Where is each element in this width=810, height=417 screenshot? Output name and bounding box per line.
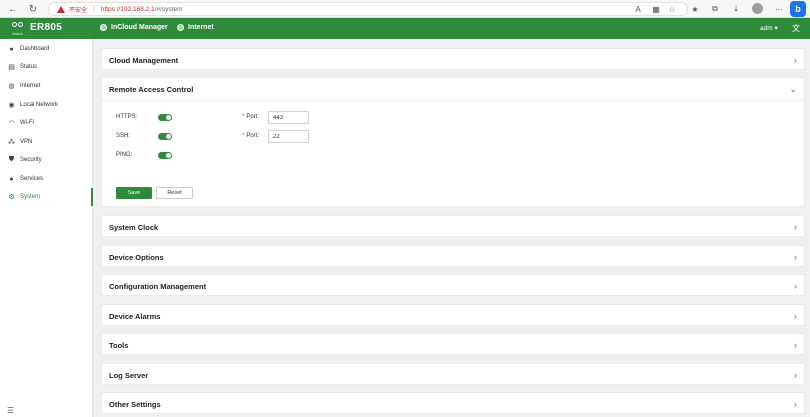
panel-title: Configuration Management	[109, 281, 207, 291]
read-aloud-icon[interactable]: A	[632, 3, 644, 15]
vpn-icon: ⁂	[8, 139, 15, 146]
panel-title: Device Options	[109, 252, 164, 262]
chevron-right-icon: ›	[794, 311, 797, 321]
wifi-icon: ◠	[8, 120, 15, 127]
nav-label: Internet	[188, 24, 214, 31]
more-icon[interactable]: ⋯	[773, 3, 785, 15]
panel-device-options[interactable]: Device Options ›	[101, 245, 805, 267]
sidebar-item-label: Services	[20, 176, 44, 182]
panel-title: Remote Access Control	[109, 84, 194, 94]
chevron-right-icon: ›	[794, 370, 797, 380]
panel-configuration-management[interactable]: Configuration Management ›	[101, 274, 805, 296]
https-label: HTTPS:	[116, 114, 138, 120]
sidebar-item-label: System	[20, 194, 41, 200]
sidebar-item-label: Security	[20, 157, 42, 163]
status-dot-icon	[177, 24, 184, 31]
panel-title: Tools	[109, 340, 129, 350]
shield-icon: ⛊	[8, 156, 15, 163]
gear-icon: ⚙	[8, 194, 15, 201]
status-dot-icon	[100, 24, 107, 31]
panel-log-server[interactable]: Log Server ›	[101, 363, 805, 385]
sidebar-item-label: Wi-Fi	[20, 120, 34, 126]
panel-cloud-management[interactable]: Cloud Management ›	[101, 48, 805, 70]
dashboard-icon: ●	[9, 45, 14, 53]
sidebar-item-label: Dashboard	[20, 46, 50, 52]
https-port-input[interactable]	[268, 111, 309, 124]
insecure-label: 不安全	[69, 7, 88, 14]
chevron-right-icon: ›	[794, 340, 797, 350]
panel-system-clock[interactable]: System Clock ›	[101, 215, 805, 237]
sidebar-item-label: Internet	[20, 83, 41, 89]
ping-label: PING:	[116, 152, 133, 158]
address-bar[interactable]: 不安全 | https://192.168.2.1 /#/system	[48, 2, 688, 16]
panel-title: Cloud Management	[109, 55, 179, 65]
browser-toolbar: ← ↻ 不安全 | https://192.168.2.1 /#/system …	[0, 0, 810, 18]
ssh-port-input[interactable]	[268, 130, 309, 143]
address-separator: |	[93, 5, 95, 13]
panel-title: Other Settings	[109, 399, 161, 409]
sidebar-item-status[interactable]: ▤ Status	[0, 58, 93, 76]
chevron-right-icon: ›	[794, 281, 797, 291]
nav-internet[interactable]: Internet	[177, 24, 214, 31]
https-toggle[interactable]	[158, 114, 172, 121]
logo-subtext: inhand	[12, 32, 23, 36]
sidebar-item-services[interactable]: ● Services	[0, 170, 93, 188]
panel-device-alarms[interactable]: Device Alarms ›	[101, 304, 805, 326]
ssh-label: SSH:	[116, 133, 131, 139]
status-icon: ▤	[8, 64, 15, 71]
sidebar-item-vpn[interactable]: ⁂ VPN	[0, 133, 93, 151]
url-host: https://192.168.2.1	[100, 5, 155, 13]
sidebar-item-local-network[interactable]: ◉ Local Network	[0, 96, 93, 114]
services-icon: ●	[9, 175, 14, 183]
remote-access-form: HTTPS: *Port: SSH: *Port: PING: Save Res…	[102, 100, 804, 212]
ping-toggle[interactable]	[158, 152, 172, 159]
nav-incloud-manager[interactable]: InCloud Manager	[100, 24, 168, 31]
panel-title: Log Server	[109, 370, 149, 380]
logo-text: ER805	[30, 22, 63, 33]
language-icon[interactable]: 文	[792, 23, 800, 34]
chevron-down-icon: ⌄	[789, 83, 797, 94]
favorites-icon[interactable]: ★	[689, 3, 701, 15]
network-icon: ◉	[8, 102, 15, 109]
panel-remote-access-control: Remote Access Control ⌄ HTTPS: *Port: SS…	[101, 77, 805, 207]
warning-icon	[57, 5, 65, 13]
panel-title: System Clock	[109, 222, 159, 232]
sidebar-item-label: Local Network	[20, 102, 59, 108]
app-header: ER805 inhand InCloud Manager Internet ad…	[0, 18, 810, 39]
nav-label: InCloud Manager	[111, 24, 168, 31]
panel-title: Device Alarms	[109, 311, 161, 321]
sidebar-item-dashboard[interactable]: ● Dashboard	[0, 40, 93, 58]
panel-header[interactable]: Remote Access Control ⌄	[102, 78, 804, 100]
save-button[interactable]: Save	[116, 187, 152, 199]
https-port-label: * Port:	[242, 114, 260, 120]
sidebar-item-security[interactable]: ⛊ Security	[0, 151, 93, 169]
chevron-right-icon: ›	[794, 399, 797, 409]
profile-avatar[interactable]	[752, 3, 763, 14]
bing-icon[interactable]: b	[790, 1, 806, 17]
ssh-port-label: * Port:	[242, 133, 260, 139]
favorite-add-icon[interactable]: ☆	[666, 3, 678, 15]
ssh-toggle[interactable]	[158, 133, 172, 140]
sidebar-item-label: Status	[20, 64, 38, 70]
chevron-right-icon: ›	[794, 252, 797, 262]
chevron-right-icon: ›	[794, 222, 797, 232]
collapse-menu-icon[interactable]: ☰	[7, 406, 14, 415]
globe-icon: ◍	[8, 83, 15, 90]
reset-button[interactable]: Reset	[156, 187, 193, 199]
url-path: /#/system	[154, 5, 183, 13]
user-menu[interactable]: adm ▾	[760, 24, 778, 32]
sidebar-item-label: VPN	[20, 139, 33, 145]
sidebar-item-wifi[interactable]: ◠ Wi-Fi	[0, 114, 93, 132]
chevron-right-icon: ›	[794, 55, 797, 65]
panel-other-settings[interactable]: Other Settings ›	[101, 392, 805, 414]
collections-icon[interactable]: ⧉	[709, 3, 721, 15]
immersive-reader-icon[interactable]: ▦	[650, 3, 662, 15]
back-icon[interactable]: ←	[6, 2, 20, 16]
sidebar: ● Dashboard ▤ Status ◍ Internet ◉ Local …	[0, 39, 93, 417]
sidebar-item-internet[interactable]: ◍ Internet	[0, 77, 93, 95]
sidebar-item-system[interactable]: ⚙ System	[0, 188, 93, 206]
downloads-icon[interactable]: ⤓	[730, 3, 742, 15]
reload-icon[interactable]: ↻	[26, 2, 40, 16]
panel-tools[interactable]: Tools ›	[101, 333, 805, 355]
